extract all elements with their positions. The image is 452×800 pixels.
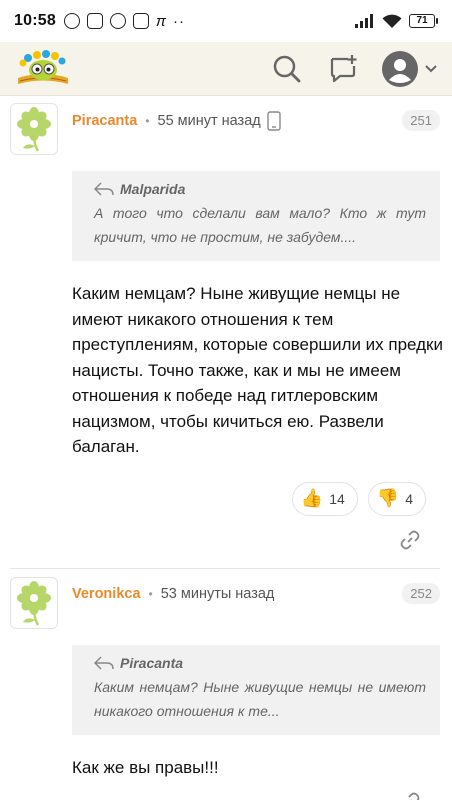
more-notifications-icon: ··	[172, 12, 185, 30]
meta-separator: •	[145, 114, 150, 128]
quote-author: Piracanta	[120, 654, 184, 671]
comment-avatar[interactable]	[10, 576, 58, 629]
ad-icon	[132, 13, 149, 29]
whatsapp-icon	[109, 13, 126, 29]
quoted-comment[interactable]: Piracanta Каким немцам? Ныне живущие нем…	[72, 644, 440, 735]
comment-number: 252	[402, 582, 440, 604]
comments-feed[interactable]: Piracanta • 55 минут назад 251 Malparida…	[0, 97, 452, 800]
status-time: 10:58	[14, 12, 56, 29]
reply-arrow-icon	[94, 655, 114, 670]
link-icon[interactable]	[400, 792, 420, 800]
dislike-count: 4	[405, 490, 413, 507]
battery-icon: 71	[409, 14, 438, 28]
nfc-icon	[86, 13, 103, 29]
battery-level: 71	[409, 14, 435, 28]
thumbs-up-icon: 👍	[300, 488, 324, 508]
new-comment-button[interactable]	[326, 52, 360, 86]
profile-menu-button[interactable]	[382, 50, 438, 87]
app-header	[0, 42, 452, 96]
like-button[interactable]: 👍 14	[291, 481, 358, 516]
quote-author: Malparida	[120, 181, 186, 197]
reply-arrow-icon	[94, 182, 114, 196]
alarm-icon	[63, 13, 80, 29]
like-count: 14	[329, 490, 345, 507]
comment-number: 251	[402, 109, 440, 131]
quoted-comment[interactable]: Malparida А того что сделали вам мало? К…	[72, 171, 440, 261]
comment-avatar[interactable]	[10, 103, 58, 155]
mobile-device-icon	[267, 111, 281, 131]
comment-time: 55 минут назад	[157, 113, 261, 129]
search-button[interactable]	[270, 52, 304, 86]
dislike-button[interactable]: 👎 4	[367, 481, 426, 516]
quote-text: Каким немцам? Ныне живущие немцы не имею…	[94, 678, 426, 719]
wifi-icon	[382, 14, 402, 28]
flower-avatar-icon	[17, 107, 51, 152]
quote-text: А того что сделали вам мало? Кто ж тут к…	[94, 205, 426, 245]
comment-time: 53 минуты назад	[160, 586, 275, 602]
status-bar: 10:58 π ·· 71	[0, 0, 452, 42]
chevron-down-icon	[425, 64, 437, 72]
comment-item: Veronikca • 53 минуты назад 252 Piracant…	[0, 569, 452, 800]
comment-item: Piracanta • 55 минут назад 251 Malparida…	[0, 97, 452, 569]
signal-icon	[355, 14, 373, 28]
search-icon	[273, 55, 301, 82]
comment-text: Каким немцам? Ныне живущие немцы не имею…	[72, 284, 443, 456]
user-avatar-icon	[382, 50, 418, 87]
meta-separator: •	[148, 587, 153, 601]
comment-author[interactable]: Veronikca	[72, 586, 141, 602]
link-icon[interactable]	[400, 530, 420, 550]
comment-author[interactable]: Piracanta	[72, 113, 137, 129]
pi-icon: π	[155, 12, 166, 30]
thumbs-down-icon: 👎	[376, 488, 400, 508]
flower-avatar-icon	[17, 580, 51, 626]
app-logo[interactable]	[14, 48, 72, 90]
comment-text: Как же вы правы!!!	[72, 757, 219, 777]
add-comment-icon	[330, 54, 357, 82]
